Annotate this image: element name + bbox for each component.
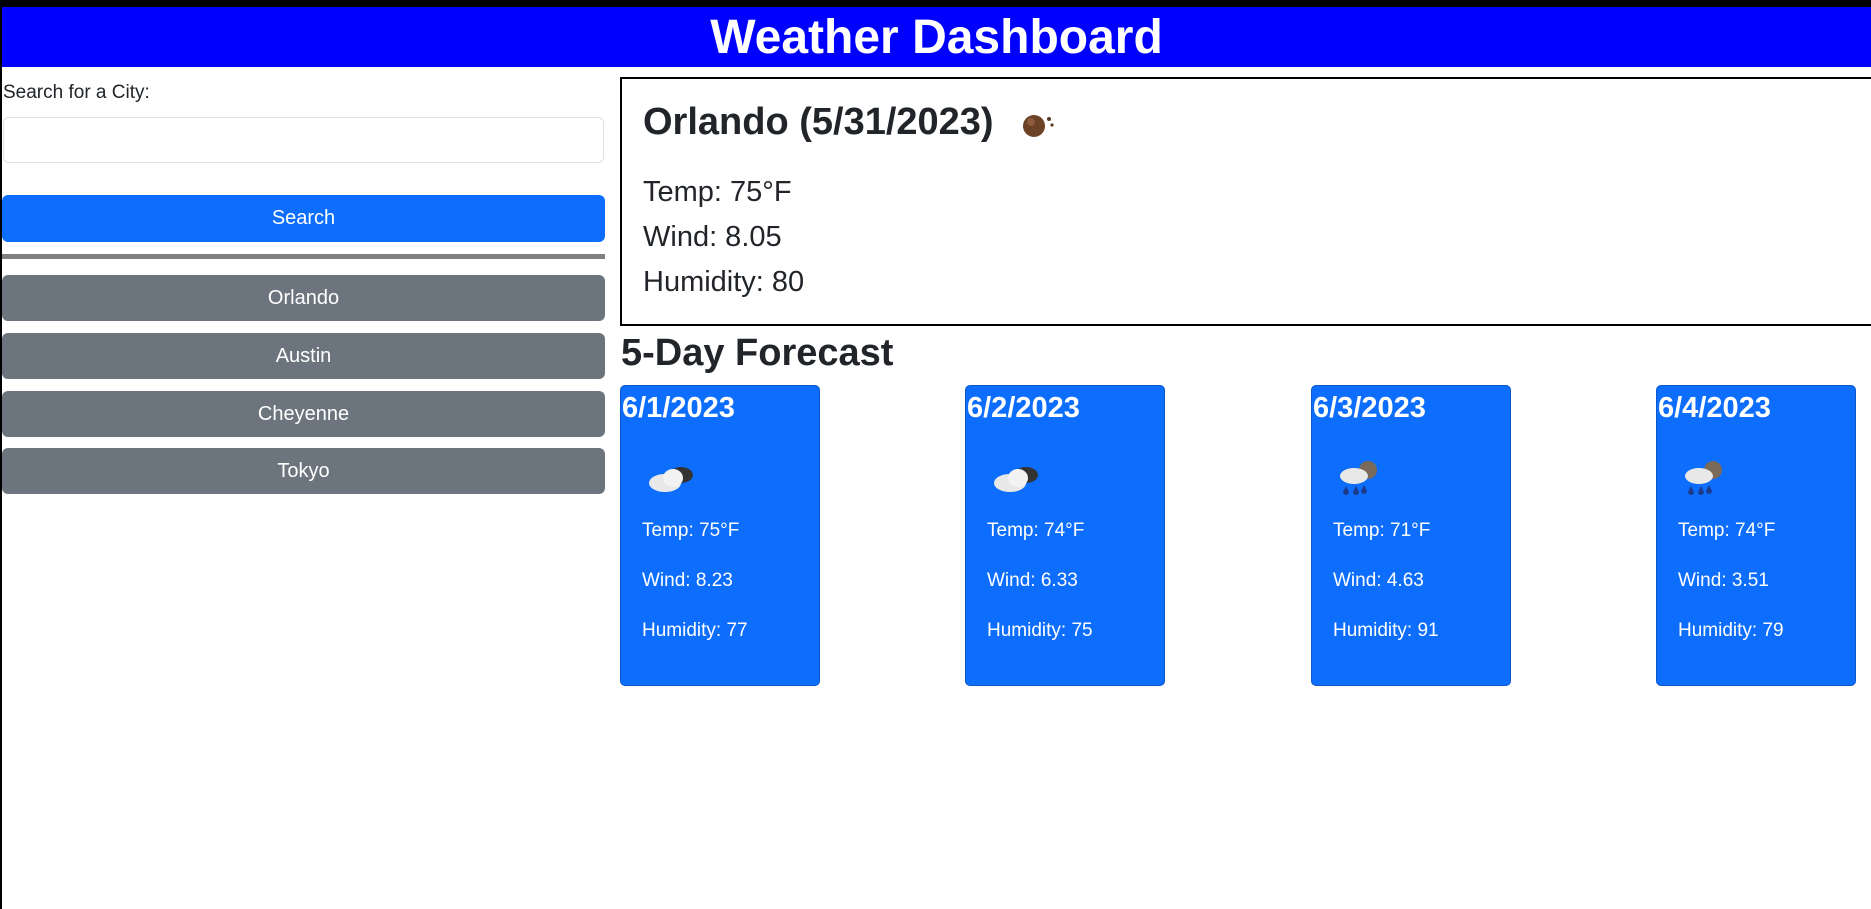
forecast-wind: Wind: 8.23 [642,570,733,591]
forecast-date: 6/4/2023 [1658,392,1771,424]
forecast-humidity: Humidity: 75 [987,620,1093,641]
forecast-date: 6/3/2023 [1313,392,1426,424]
history-city-button[interactable]: Tokyo [2,448,605,494]
forecast-heading: 5-Day Forecast [621,332,894,374]
history-city-button[interactable]: Austin [2,333,605,379]
history-city-button[interactable]: Orlando [2,275,605,321]
search-divider [2,254,605,259]
forecast-card: 6/3/2023 Temp: 71°F Wind: 4.63 Humidity:… [1311,385,1511,686]
forecast-temp: Temp: 74°F [987,520,1085,541]
rain-icon [1679,458,1735,498]
current-city-date: Orlando (5/31/2023) [643,101,994,143]
page-title: Weather Dashboard [2,7,1871,67]
forecast-temp: Temp: 74°F [1678,520,1776,541]
search-label: Search for a City: [3,82,150,103]
rain-icon [1334,458,1390,498]
forecast-date: 6/1/2023 [622,392,735,424]
city-search-input[interactable] [3,117,604,163]
search-button[interactable]: Search [2,195,605,242]
forecast-date: 6/2/2023 [967,392,1080,424]
forecast-card: 6/1/2023 Temp: 75°F Wind: 8.23 Humidity:… [620,385,820,686]
window-top-strip [0,0,1871,7]
forecast-humidity: Humidity: 79 [1678,620,1784,641]
cloud-icon [988,458,1044,498]
current-wind: Wind: 8.05 [643,221,782,253]
forecast-wind: Wind: 4.63 [1333,570,1424,591]
forecast-humidity: Humidity: 91 [1333,620,1439,641]
forecast-wind: Wind: 6.33 [987,570,1078,591]
forecast-wind: Wind: 3.51 [1678,570,1769,591]
current-humidity: Humidity: 80 [643,266,805,298]
history-city-button[interactable]: Cheyenne [2,391,605,437]
current-weather-panel: Orlando (5/31/2023) Temp: 75°F Wind: 8.0… [620,77,1871,326]
moon-icon [1022,108,1058,138]
forecast-card: 6/2/2023 Temp: 74°F Wind: 6.33 Humidity:… [965,385,1165,686]
forecast-temp: Temp: 75°F [642,520,740,541]
current-temp: Temp: 75°F [643,176,792,208]
cloud-icon [643,458,699,498]
forecast-humidity: Humidity: 77 [642,620,748,641]
forecast-temp: Temp: 71°F [1333,520,1431,541]
forecast-card: 6/4/2023 Temp: 74°F Wind: 3.51 Humidity:… [1656,385,1856,686]
